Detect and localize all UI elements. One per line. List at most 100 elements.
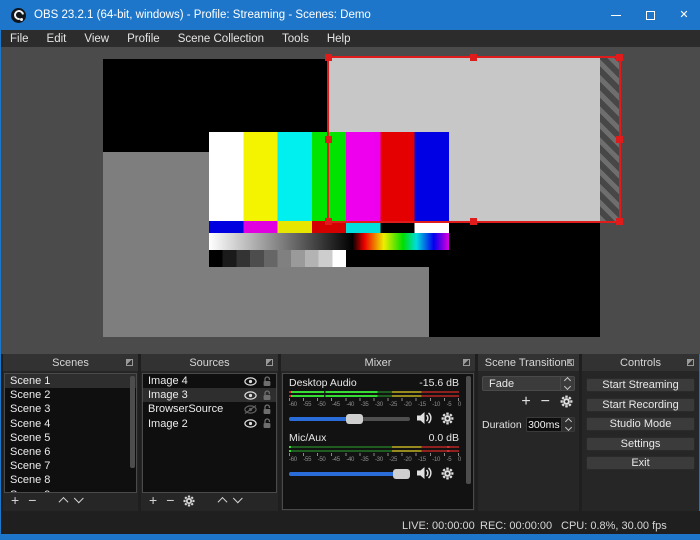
lock-icon[interactable]	[262, 390, 272, 401]
menu-item-profile[interactable]: Profile	[118, 30, 169, 47]
mixer-channel-db: -15.6 dB	[419, 377, 459, 389]
transition-select-spinner[interactable]	[560, 376, 574, 391]
close-button[interactable]: ✕	[667, 0, 700, 30]
transitions-dock-title: Scene Transitions	[484, 356, 573, 369]
controls-dock-header[interactable]: Controls	[582, 354, 699, 371]
grayscale-steps	[209, 250, 346, 267]
scene-list-item[interactable]: Scene 2	[5, 388, 136, 402]
source-list-item[interactable]: Image 2	[143, 417, 276, 431]
mixer-gear-button[interactable]	[441, 412, 454, 425]
scene-canvas[interactable]	[103, 54, 623, 337]
source-list-item[interactable]: BrowserSource	[143, 402, 276, 416]
scenes-scrollbar[interactable]	[130, 376, 135, 468]
scene-list-item[interactable]: Scene 4	[5, 417, 136, 431]
scene-list-item[interactable]: Scene 8	[5, 473, 136, 487]
obs-window: OBS 23.2.1 (64-bit, windows) - Profile: …	[0, 0, 700, 540]
lock-icon[interactable]	[262, 375, 272, 387]
selection-handle[interactable]	[325, 218, 332, 225]
transition-select[interactable]: Fade	[482, 376, 575, 391]
remove-button[interactable]: −	[166, 493, 174, 507]
scene-list-item[interactable]: Scene 1	[5, 374, 136, 389]
duration-spinbox[interactable]: 300ms	[525, 417, 575, 432]
transitions-toolbar: + −	[521, 394, 573, 410]
move-down-button[interactable]	[74, 493, 85, 504]
rec-timer: REC: 00:00:00	[480, 520, 553, 532]
menu-item-view[interactable]: View	[75, 30, 118, 47]
start-streaming-button[interactable]: Start Streaming	[586, 378, 695, 392]
dock-float-icon[interactable]	[567, 359, 574, 366]
volume-slider-handle[interactable]	[393, 469, 410, 479]
selection-rectangle[interactable]	[325, 54, 623, 225]
transitions-dock-header[interactable]: Scene Transitions	[478, 354, 579, 371]
mixer-channel: Mic/Aux 0.0 dB -60 -55 -50 -45 -40 -35 -30 -25 -20…	[289, 432, 469, 482]
move-up-button[interactable]	[58, 496, 69, 507]
transition-properties-button[interactable]	[560, 395, 573, 408]
dock-float-icon[interactable]	[687, 359, 694, 366]
properties-button[interactable]	[183, 495, 195, 507]
source-name: BrowserSource	[148, 403, 224, 416]
speaker-icon[interactable]	[416, 411, 434, 425]
selection-handle[interactable]	[616, 54, 623, 61]
lock-icon[interactable]	[262, 404, 272, 415]
maximize-button[interactable]	[633, 0, 667, 30]
dock-float-icon[interactable]	[266, 359, 273, 366]
selection-handle[interactable]	[325, 135, 332, 143]
volume-meter	[289, 449, 459, 452]
minimize-button[interactable]	[599, 0, 633, 30]
studio-mode-button[interactable]: Studio Mode	[586, 417, 695, 431]
volume-slider[interactable]	[289, 414, 410, 424]
menu-item-tools[interactable]: Tools	[273, 30, 318, 47]
sources-list[interactable]: Image 4 Image 3 BrowserSource Image 2	[142, 373, 277, 493]
selection-handle[interactable]	[325, 54, 332, 61]
add-transition-button[interactable]: +	[521, 394, 530, 410]
mixer-dock-header[interactable]: Mixer	[281, 354, 475, 371]
scene-list-item[interactable]: Scene 6	[5, 445, 136, 459]
eye-icon[interactable]	[244, 419, 257, 428]
move-down-button[interactable]	[233, 493, 244, 504]
preview-area[interactable]	[1, 47, 700, 354]
menu-item-file[interactable]: File	[1, 30, 38, 47]
meter-tick-labels: -60 -55 -50 -45 -40 -35 -30 -25 -20 -15 -10 -5 0	[289, 457, 461, 463]
menu-item-help[interactable]: Help	[318, 30, 360, 47]
scenes-dock-header[interactable]: Scenes	[3, 354, 138, 371]
menu-item-scene-collection[interactable]: Scene Collection	[169, 30, 273, 47]
dock-float-icon[interactable]	[463, 359, 470, 366]
remove-transition-button[interactable]: −	[541, 394, 550, 410]
tick-label: -50	[317, 457, 326, 463]
add-button[interactable]: +	[11, 493, 19, 507]
source-list-item[interactable]: Image 3	[143, 388, 276, 403]
volume-slider[interactable]	[289, 469, 410, 479]
dock-float-icon[interactable]	[126, 359, 133, 366]
remove-button[interactable]: −	[28, 493, 36, 507]
eye-icon[interactable]	[244, 391, 257, 400]
selection-handle[interactable]	[470, 218, 477, 225]
lock-icon[interactable]	[262, 418, 272, 429]
selection-handle[interactable]	[616, 218, 623, 225]
move-up-button[interactable]	[217, 496, 228, 507]
settings-button[interactable]: Settings	[586, 436, 695, 451]
add-button[interactable]: +	[149, 493, 157, 507]
sources-toolbar: + −	[143, 493, 244, 508]
selection-handle[interactable]	[470, 54, 477, 61]
exit-button[interactable]: Exit	[586, 456, 695, 470]
selection-handle[interactable]	[616, 135, 623, 143]
eye-icon[interactable]	[244, 376, 257, 386]
scene-list-item[interactable]: Scene 7	[5, 459, 136, 473]
meter-tick-marks	[289, 398, 459, 401]
mixer-channel: Desktop Audio -15.6 dB -60 -55 -50 -45 -40 -35-…	[289, 377, 469, 427]
mixer-gear-button[interactable]	[441, 467, 454, 480]
scene-list-item[interactable]: Scene 3	[5, 402, 136, 416]
duration-spin-buttons[interactable]	[561, 417, 574, 432]
speaker-icon[interactable]	[416, 466, 434, 480]
title-bar[interactable]: OBS 23.2.1 (64-bit, windows) - Profile: …	[1, 0, 700, 30]
menu-item-edit[interactable]: Edit	[38, 30, 76, 47]
mixer-channel-header: Desktop Audio -15.6 dB	[289, 377, 459, 389]
source-list-item[interactable]: Image 4	[143, 374, 276, 388]
scene-list-item[interactable]: Scene 5	[5, 431, 136, 445]
sources-dock-header[interactable]: Sources	[141, 354, 278, 371]
scenes-list[interactable]: Scene 1 Scene 2 Scene 3 Scene 4 Scene 5 Scene…	[4, 373, 137, 493]
start-recording-button[interactable]: Start Recording	[586, 397, 695, 412]
eye-hidden-icon[interactable]	[244, 404, 257, 414]
volume-slider-handle[interactable]	[346, 414, 363, 424]
volume-slider-fill	[289, 472, 397, 476]
